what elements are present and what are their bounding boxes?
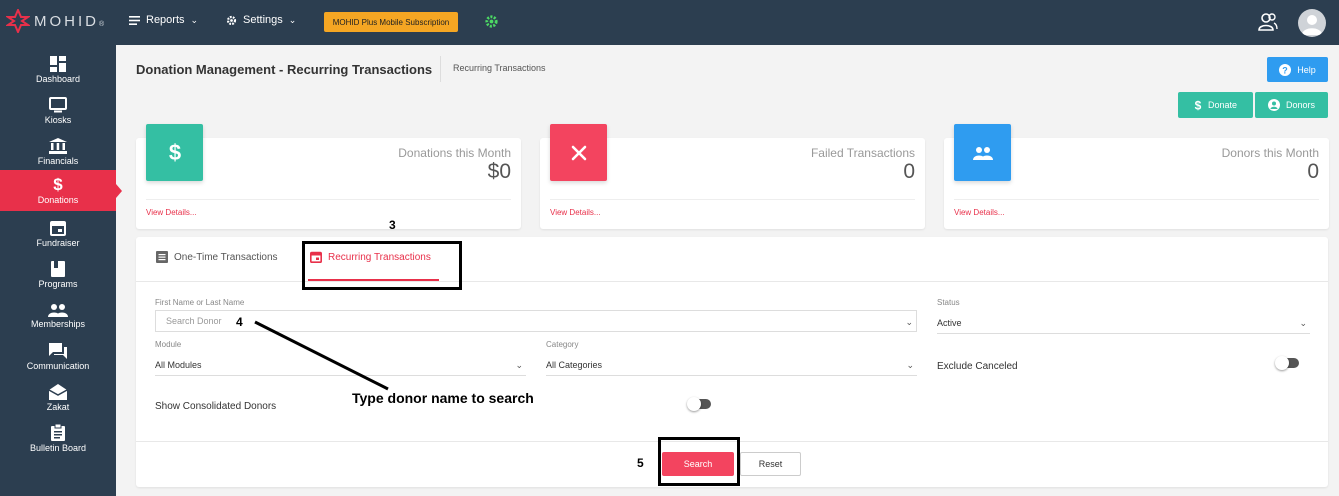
annotation-step-5: 5 xyxy=(637,456,644,470)
annotation-box-search xyxy=(658,437,740,486)
annotation-hint: Type donor name to search xyxy=(352,390,534,406)
annotation-arrow xyxy=(254,320,389,391)
